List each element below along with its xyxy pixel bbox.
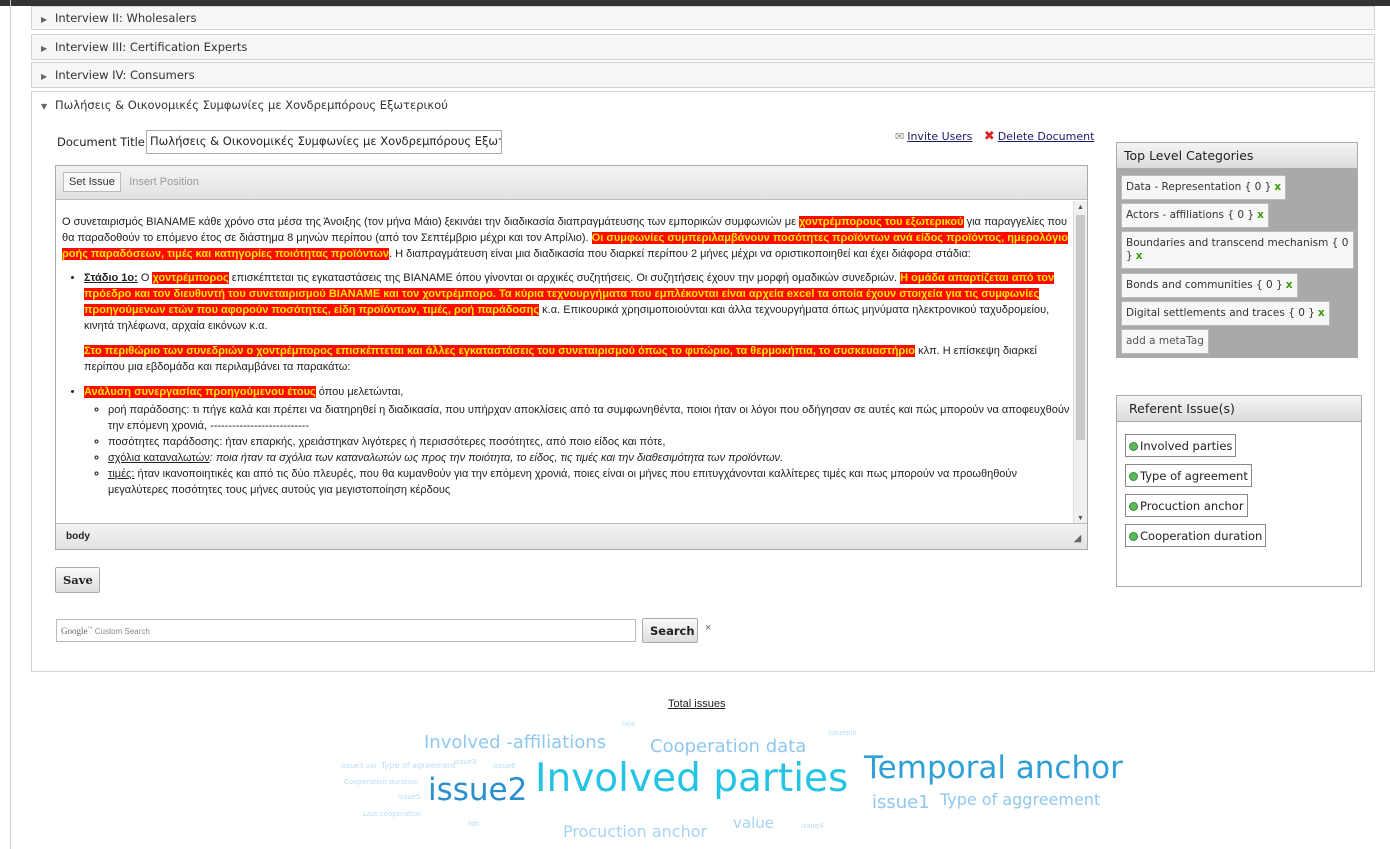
issue-icon bbox=[1129, 442, 1138, 451]
rich-text-editor: Set Issue Insert Position Ο συνεταιρισμό… bbox=[55, 165, 1088, 550]
cloud-word[interactable]: Type of agreement bbox=[381, 761, 456, 770]
cloud-word[interactable]: Cooperation data bbox=[650, 736, 806, 757]
accordion-interview-ii[interactable]: ▶ Interview II: Wholesalers bbox=[31, 6, 1375, 30]
triangle-right-icon: ▶ bbox=[41, 44, 48, 53]
save-button[interactable]: Save bbox=[55, 567, 100, 593]
add-metatag-input[interactable]: add a metaTag bbox=[1121, 329, 1209, 354]
top-level-categories-title: Top Level Categories bbox=[1117, 143, 1357, 169]
resize-handle-icon[interactable]: ◢ bbox=[1074, 533, 1081, 544]
analysis-list: Ανάλυση συνεργασίας προηγούμενου έτους ό… bbox=[84, 384, 1072, 498]
cloud-word[interactable]: Cooperation duration bbox=[344, 778, 418, 786]
referent-issue-item[interactable]: Involved parties bbox=[1125, 434, 1237, 457]
scroll-up-icon[interactable]: ▲ bbox=[1077, 204, 1084, 211]
triangle-down-icon: ▼ bbox=[41, 102, 48, 111]
editor-toolbar: Set Issue Insert Position bbox=[56, 166, 1087, 200]
list-item: ροή παράδοσης: τι πήγε καλά και πρέπει ν… bbox=[108, 402, 1072, 434]
editor-scrollbar[interactable]: ▲ ▼ bbox=[1073, 201, 1087, 525]
category-tag[interactable]: Actors - affiliations { 0 } x bbox=[1121, 203, 1269, 228]
issue-icon bbox=[1129, 472, 1138, 481]
remove-tag-icon[interactable]: x bbox=[1318, 307, 1325, 319]
cloud-word[interactable]: Procuction anchor bbox=[563, 822, 707, 841]
list-item: Ανάλυση συνεργασίας προηγούμενου έτους ό… bbox=[84, 384, 1072, 498]
list-item: τιμές: ήταν ικανοποιητικές και από τις δ… bbox=[108, 466, 1072, 498]
analysis-sublist: ροή παράδοσης: τι πήγε καλά και πρέπει ν… bbox=[108, 402, 1072, 498]
category-tag[interactable]: Bonds and communities { 0 } x bbox=[1121, 273, 1298, 298]
scrollbar-thumb[interactable] bbox=[1076, 215, 1085, 440]
search-placeholder: Custom Search bbox=[94, 627, 150, 636]
issue-icon bbox=[1129, 532, 1138, 541]
document-title-input[interactable]: Πωλήσεις & Οικονομικές Συμφωνίες με Χονδ… bbox=[146, 130, 502, 154]
referent-issues-title: Referent Issue(s) bbox=[1117, 396, 1361, 422]
search-button[interactable]: Search bbox=[642, 618, 698, 643]
cloud-word[interactable]: issue1 bbox=[872, 792, 930, 813]
cloud-word[interactable]: Involved parties bbox=[535, 756, 848, 801]
list-item: σχόλια καταναλωτών: ποια ήταν τα σχόλια … bbox=[108, 450, 1072, 466]
delete-x-icon: ✖ bbox=[983, 129, 995, 144]
accordion-interview-iv[interactable]: ▶ Interview IV: Consumers bbox=[31, 62, 1375, 88]
stage-list: Στάδιο 1ο: Ο χοντρέμπορος επισκέπτεται τ… bbox=[84, 270, 1072, 334]
cloud-word[interactable]: issue6 bbox=[493, 762, 515, 770]
issue-icon bbox=[1129, 502, 1138, 511]
remove-tag-icon[interactable]: x bbox=[1136, 250, 1143, 262]
accordion-interview-iii[interactable]: ▶ Interview III: Certification Experts bbox=[31, 34, 1375, 60]
search-input[interactable]: Google™ Custom Search bbox=[56, 619, 636, 642]
editor-status-bar: body ◢ bbox=[56, 523, 1087, 549]
cloud-word[interactable]: Type of aggreement bbox=[940, 790, 1100, 809]
left-border bbox=[10, 0, 11, 849]
clear-search-icon[interactable]: × bbox=[705, 622, 711, 634]
remove-tag-icon[interactable]: x bbox=[1274, 181, 1281, 193]
element-path: body bbox=[66, 531, 90, 542]
cloud-word[interactable]: issue3 bbox=[454, 758, 476, 766]
triangle-right-icon: ▶ bbox=[41, 15, 48, 24]
paragraph-2: Στο περιθώριο των συνεδριών ο χοντρέμπορ… bbox=[84, 345, 1037, 373]
list-item: Στάδιο 1ο: Ο χοντρέμπορος επισκέπτεται τ… bbox=[84, 270, 1072, 334]
accordion-label: Interview III: Certification Experts bbox=[55, 40, 248, 54]
cloud-word[interactable]: fdh bbox=[468, 820, 479, 828]
accordion-label: Πωλήσεις & Οικονομικές Συμφωνίες με Χονδ… bbox=[55, 98, 448, 112]
cloud-word[interactable]: issue2 bbox=[428, 772, 527, 808]
top-level-categories-box: Top Level Categories Data - Representati… bbox=[1116, 142, 1358, 358]
triangle-right-icon: ▶ bbox=[41, 72, 48, 81]
issue-highlight[interactable]: Ανάλυση συνεργασίας προηγούμενου έτους bbox=[84, 386, 316, 398]
list-item: ποσότητες παράδοσης: ήταν επαρκής, χρειά… bbox=[108, 434, 1072, 450]
referent-issues-box: Referent Issue(s) Involved parties Type … bbox=[1116, 395, 1362, 587]
invite-users-link[interactable]: Invite Users bbox=[907, 130, 972, 143]
document-actions: ✉ Invite Users ✖ Delete Document bbox=[895, 129, 1094, 144]
document-title-label: Document Title: bbox=[57, 135, 149, 149]
cloud-word[interactable]: Involved -affiliations bbox=[424, 732, 606, 753]
referent-issue-item[interactable]: Procuction anchor bbox=[1125, 494, 1248, 517]
paragraph-1: Ο συνεταιρισμός ΒΙΑΝΑΜΕ κάθε χρόνο στα μ… bbox=[62, 216, 1068, 260]
set-issue-button[interactable]: Set Issue bbox=[63, 172, 121, 192]
remove-tag-icon[interactable]: x bbox=[1257, 209, 1264, 221]
envelope-icon: ✉ bbox=[895, 130, 905, 143]
cloud-word[interactable]: lala bbox=[622, 720, 634, 728]
scroll-down-icon[interactable]: ▼ bbox=[1077, 515, 1084, 522]
cloud-word[interactable]: issue3 val bbox=[341, 762, 376, 770]
accordion-sales-agreements[interactable]: ▼ Πωλήσεις & Οικονομικές Συμφωνίες με Χον… bbox=[31, 91, 1375, 119]
cloud-word[interactable]: issue5 bbox=[398, 793, 420, 801]
cloud-word[interactable]: issuepol bbox=[828, 729, 857, 737]
referent-issue-item[interactable]: Cooperation duration bbox=[1125, 524, 1267, 547]
trademark-mark: ™ bbox=[87, 626, 93, 632]
total-issues-title: Total issues bbox=[668, 698, 726, 710]
issue-highlight[interactable]: χοντρέμπορους του εξωτερικού bbox=[799, 216, 964, 228]
category-tag[interactable]: Digital settlements and traces { 0 } x bbox=[1121, 301, 1330, 326]
editor-body[interactable]: Ο συνεταιρισμός ΒΙΑΝΑΜΕ κάθε χρόνο στα μ… bbox=[56, 200, 1072, 524]
issue-highlight[interactable]: χοντρέμπορος bbox=[152, 272, 229, 284]
cloud-word[interactable]: value bbox=[733, 814, 774, 832]
cloud-word[interactable]: issue4 bbox=[801, 822, 823, 830]
delete-document-link[interactable]: Delete Document bbox=[998, 130, 1095, 143]
google-logo: Google bbox=[61, 626, 88, 636]
issue-highlight[interactable]: Στο περιθώριο των συνεδριών ο χοντρέμπορ… bbox=[84, 345, 916, 357]
remove-tag-icon[interactable]: x bbox=[1286, 279, 1293, 291]
category-tag[interactable]: Data - Representation { 0 } x bbox=[1121, 175, 1287, 200]
category-tag[interactable]: Boundaries and transcend mechanism { 0 }… bbox=[1121, 231, 1354, 269]
accordion-label: Interview II: Wholesalers bbox=[55, 11, 197, 25]
accordion-label: Interview IV: Consumers bbox=[55, 68, 195, 82]
insert-position-button[interactable]: Insert Position bbox=[124, 173, 204, 191]
cloud-word[interactable]: Temporal anchor bbox=[864, 750, 1123, 786]
cloud-word[interactable]: Last cooperation bbox=[363, 810, 422, 818]
referent-issue-item[interactable]: Type of agreement bbox=[1125, 464, 1252, 487]
